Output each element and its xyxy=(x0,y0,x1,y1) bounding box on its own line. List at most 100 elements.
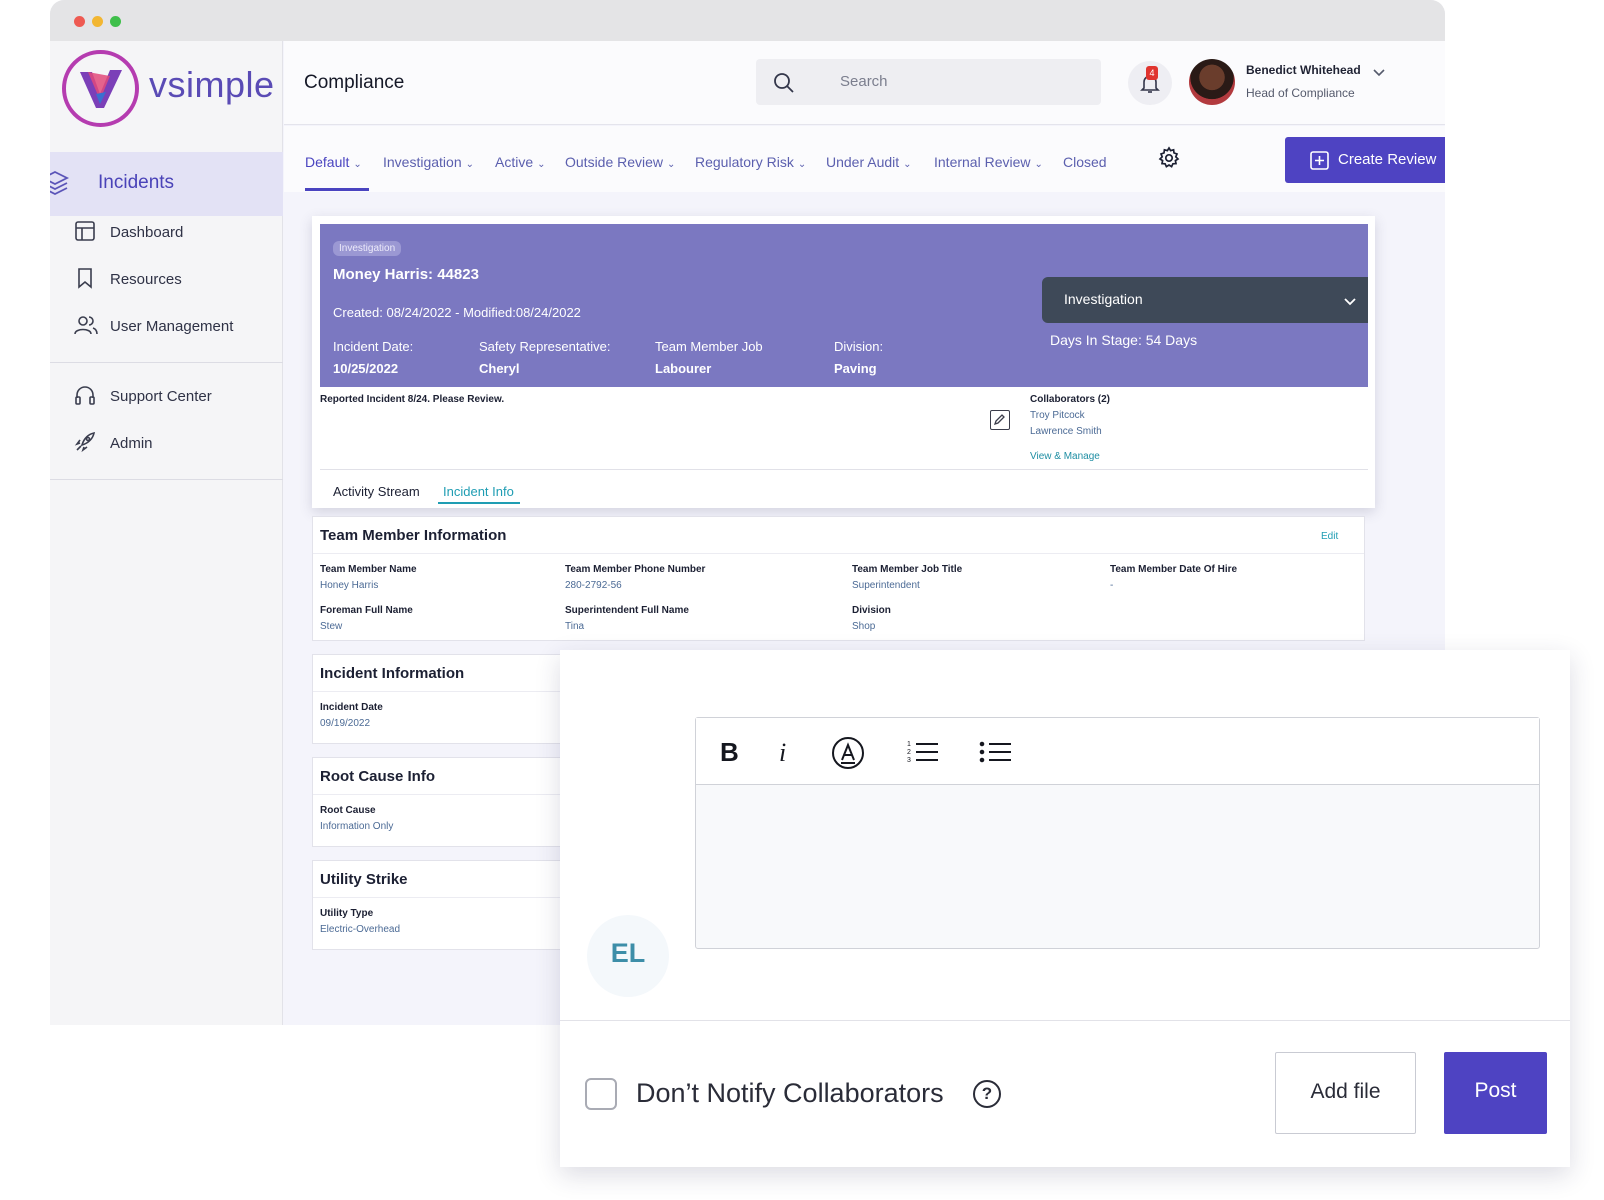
edit-link[interactable]: Edit xyxy=(1321,531,1338,542)
search-placeholder: Search xyxy=(840,73,888,90)
sidebar-item-label: Dashboard xyxy=(110,224,184,241)
rich-text-editor[interactable]: B i 123 xyxy=(695,717,1540,949)
pencil-icon[interactable] xyxy=(990,410,1010,430)
add-file-button[interactable]: Add file xyxy=(1275,1052,1416,1134)
text-color-icon[interactable] xyxy=(831,736,865,769)
field-label: Team Member Job xyxy=(655,339,763,354)
dont-notify-checkbox[interactable] xyxy=(585,1078,617,1110)
sidebar-item-resources[interactable]: Resources xyxy=(74,265,274,295)
section-title: Root Cause Info xyxy=(320,768,435,785)
stage-tabs: Default ⌄ Investigation ⌄ Active ⌄ Outside … xyxy=(284,126,1445,192)
sidebar-item-label: User Management xyxy=(110,318,234,335)
tab-under-audit[interactable]: Under Audit ⌄ xyxy=(826,154,912,170)
field-value: Labourer xyxy=(655,361,712,376)
case-card: Investigation Money Harris: 44823 Create… xyxy=(312,216,1375,508)
dont-notify-label: Don’t Notify Collaborators xyxy=(636,1078,944,1108)
case-note: Reported Incident 8/24. Please Review. xyxy=(320,394,505,405)
tab-label: Internal Review xyxy=(934,154,1031,170)
divider xyxy=(560,1020,1570,1021)
svg-text:3: 3 xyxy=(907,757,911,764)
active-tab-indicator xyxy=(438,502,520,504)
sidebar-item-dashboard[interactable]: Dashboard xyxy=(74,218,274,248)
italic-icon[interactable]: i xyxy=(776,736,794,768)
field-value: - xyxy=(1110,580,1114,591)
field-value: 09/19/2022 xyxy=(320,718,371,729)
notification-badge: 4 xyxy=(1146,66,1158,80)
tab-outside-review[interactable]: Outside Review ⌄ xyxy=(565,154,675,170)
comment-composer: B i 123 EL Don’t Notify Collaborators ? … xyxy=(560,650,1570,1167)
tab-label: Investigation xyxy=(383,154,462,170)
case-dates: Created: 08/24/2022 - Modified:08/24/202… xyxy=(333,305,581,320)
bullet-list-icon[interactable] xyxy=(979,736,1013,768)
minimize-window-dot[interactable] xyxy=(92,16,103,27)
sidebar-item-support-center[interactable]: Support Center xyxy=(74,382,274,412)
tab-closed[interactable]: Closed xyxy=(1063,154,1107,170)
sidebar-item-label: Resources xyxy=(110,271,182,288)
numbered-list-icon[interactable]: 123 xyxy=(906,736,940,768)
sidebar-item-label: Admin xyxy=(110,435,153,452)
tab-activity-stream[interactable]: Activity Stream xyxy=(333,484,420,499)
field-value: Electric-Overhead xyxy=(320,924,401,935)
add-file-label: Add file xyxy=(1310,1080,1381,1103)
stage-dropdown[interactable]: Investigation xyxy=(1042,277,1368,323)
logo-text: vsimple xyxy=(149,64,275,105)
search-input[interactable]: Search xyxy=(756,59,1101,105)
bold-icon[interactable]: B xyxy=(718,736,740,768)
sidebar-item-user-management[interactable]: User Management xyxy=(74,312,274,342)
tab-label: Under Audit xyxy=(826,154,900,170)
divider xyxy=(320,469,1368,470)
tab-active[interactable]: Active ⌄ xyxy=(495,154,546,170)
avatar-initials: EL xyxy=(610,938,646,968)
help-icon[interactable]: ? xyxy=(973,1080,1001,1108)
create-review-button[interactable]: Create Review xyxy=(1285,137,1445,183)
collaborator-name: Troy Pitcock xyxy=(1030,410,1085,421)
tab-label: Default xyxy=(305,154,350,170)
field-label: Division: xyxy=(834,339,884,354)
field-value: Tina xyxy=(565,621,585,632)
tab-label: Outside Review xyxy=(565,154,664,170)
svg-text:B: B xyxy=(720,737,739,767)
tab-default[interactable]: Default ⌄ xyxy=(305,154,362,170)
field-value: 10/25/2022 xyxy=(333,361,399,376)
gear-icon[interactable] xyxy=(1157,146,1181,175)
post-label: Post xyxy=(1474,1079,1517,1102)
case-title: Money Harris: 44823 xyxy=(333,266,479,283)
tab-label: Active xyxy=(495,154,534,170)
section-title: Utility Strike xyxy=(320,871,408,888)
post-button[interactable]: Post xyxy=(1444,1052,1547,1134)
field-value: Stew xyxy=(320,621,343,632)
layers-icon xyxy=(50,168,70,203)
field-label: Division xyxy=(852,605,891,616)
days-in-stage: Days In Stage: 54 Days xyxy=(1050,332,1198,348)
maximize-window-dot[interactable] xyxy=(110,16,121,27)
field-value: Cheryl xyxy=(479,361,520,376)
users-icon xyxy=(74,314,98,338)
tab-internal-review[interactable]: Internal Review ⌄ xyxy=(934,154,1043,170)
tab-investigation[interactable]: Investigation ⌄ xyxy=(383,154,474,170)
svg-text:1: 1 xyxy=(907,741,911,748)
field-value: Shop xyxy=(852,621,876,632)
field-value: Superintendent xyxy=(852,580,920,591)
top-header: Compliance Search 4 Benedict Whitehead H… xyxy=(284,41,1445,125)
user-name[interactable]: Benedict Whitehead xyxy=(1246,63,1361,77)
field-label: Superintendent Full Name xyxy=(565,605,689,616)
headset-icon xyxy=(74,384,98,408)
field-value: Information Only xyxy=(320,821,394,832)
tab-incident-info[interactable]: Incident Info xyxy=(443,484,514,499)
tab-regulatory-risk[interactable]: Regulatory Risk ⌄ xyxy=(695,154,806,170)
editor-toolbar: B i 123 xyxy=(696,718,1539,785)
chevron-down-icon: ⌄ xyxy=(537,159,546,170)
view-manage-link[interactable]: View & Manage xyxy=(1030,451,1100,462)
sidebar-item-incidents[interactable]: Incidents xyxy=(50,152,283,216)
user-avatar[interactable] xyxy=(1189,59,1235,105)
field-label: Team Member Name xyxy=(320,564,417,575)
chevron-down-icon: ⌄ xyxy=(667,159,676,170)
field-label: Incident Date: xyxy=(333,339,414,354)
sidebar-item-admin[interactable]: Admin xyxy=(74,429,274,459)
chevron-down-icon xyxy=(1344,294,1356,312)
logo-icon xyxy=(62,50,139,127)
chevron-down-icon: ⌄ xyxy=(353,159,362,170)
sidebar-divider xyxy=(50,479,283,480)
chevron-down-icon[interactable] xyxy=(1372,65,1386,83)
close-window-dot[interactable] xyxy=(74,16,85,27)
